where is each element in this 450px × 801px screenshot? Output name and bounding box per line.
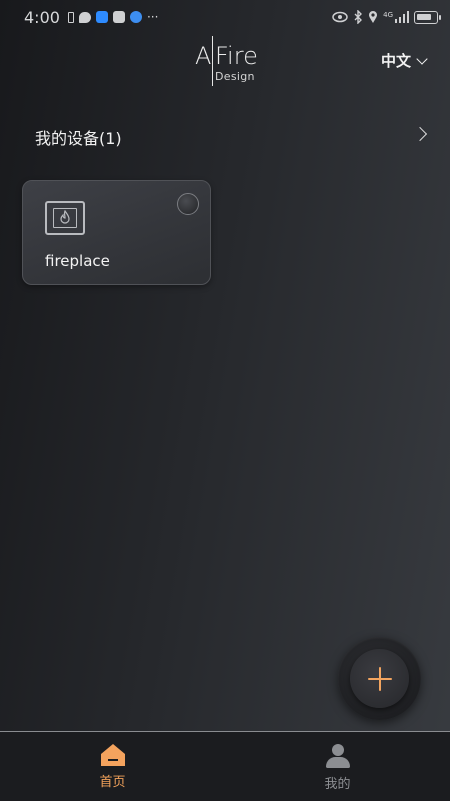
logo-divider [212, 36, 213, 86]
afire-logo: A Fire Design [195, 36, 265, 86]
tab-home-label: 首页 [99, 775, 126, 790]
tab-me-label: 我的 [324, 777, 351, 792]
battery-icon [414, 10, 441, 24]
add-device-button[interactable] [338, 637, 421, 720]
language-label: 中文 [380, 52, 411, 70]
message-icon [78, 11, 91, 23]
device-card-fireplace[interactable]: fireplace [22, 180, 211, 285]
bottom-tab-bar: 首页 我的 [0, 731, 450, 801]
bluetooth-icon [354, 10, 363, 24]
add-device-button-inner [350, 649, 409, 708]
home-icon [100, 744, 126, 766]
device-name: fireplace [45, 252, 110, 270]
signal-icon [395, 11, 409, 23]
location-icon [369, 11, 378, 23]
tab-me[interactable]: 我的 [225, 732, 450, 801]
eye-icon [332, 11, 348, 23]
status-left: 4:00 ··· [24, 8, 158, 27]
tab-home[interactable]: 首页 [0, 732, 225, 801]
chevron-down-icon [416, 52, 428, 65]
fireplace-icon [45, 201, 85, 235]
logo-letter-a: A [195, 42, 212, 70]
logo-fire: Fire [215, 42, 258, 70]
cloud-app-icon [95, 11, 108, 23]
my-devices-title: 我的设备(1) [35, 129, 122, 148]
device-power-toggle[interactable] [177, 193, 199, 215]
more-notifications-icon: ··· [146, 10, 159, 24]
status-right: 4G [332, 10, 441, 24]
status-bar: 4:00 ··· 4G [0, 0, 450, 34]
status-time: 4:00 [24, 7, 60, 27]
user-icon [325, 744, 350, 768]
browser-app-icon [129, 11, 142, 23]
calendar-app-icon [112, 11, 125, 23]
language-selector[interactable]: 中文 [381, 50, 428, 71]
logo-design: Design [215, 70, 255, 83]
chevron-right-icon[interactable] [412, 126, 428, 142]
network-type: 4G [383, 11, 393, 19]
battery-saver-icon [67, 11, 74, 23]
plus-icon [367, 666, 392, 691]
